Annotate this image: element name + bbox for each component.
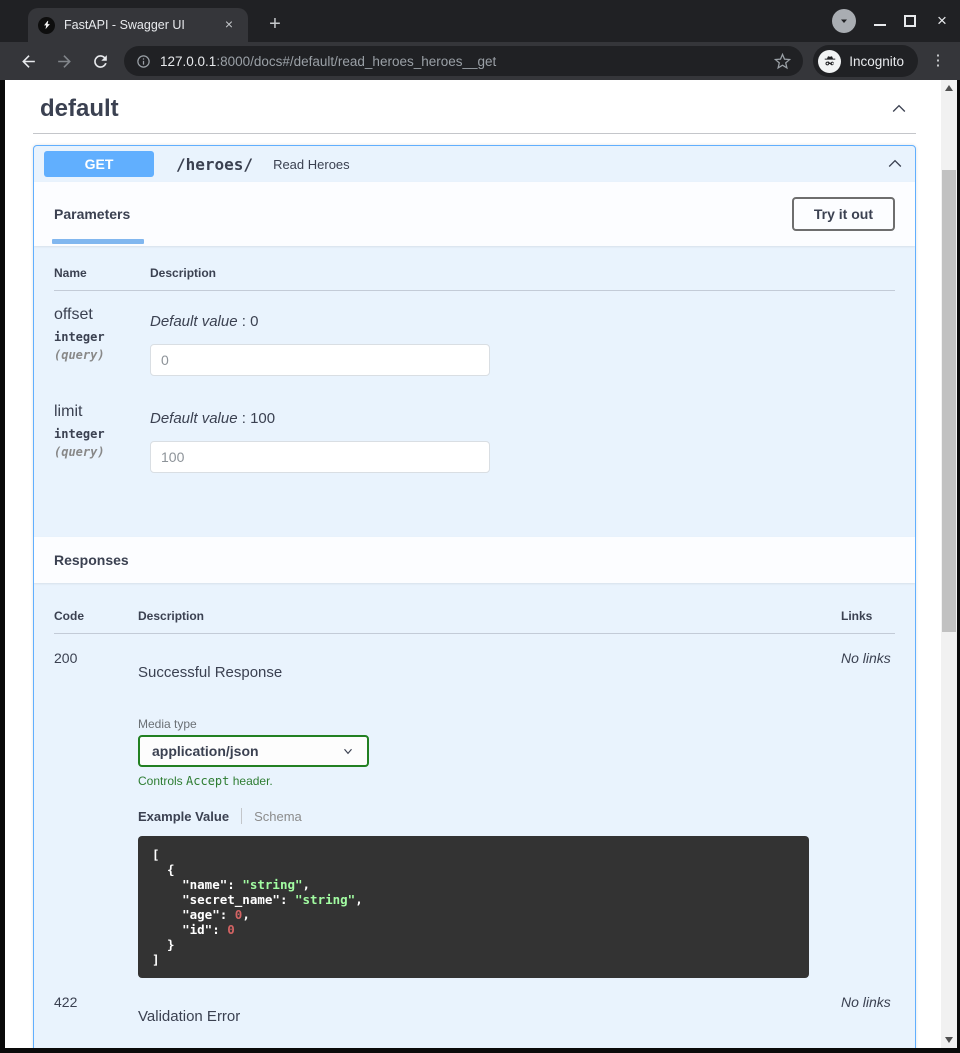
forward-icon[interactable] — [52, 49, 76, 73]
tab-close-icon[interactable]: × — [220, 16, 238, 34]
url-host: 127.0.0.1 — [160, 54, 216, 69]
column-description: Description — [150, 266, 895, 280]
browser-menu-icon[interactable]: ⋮ — [930, 58, 946, 64]
chevron-down-icon — [341, 744, 355, 758]
tab-schema[interactable]: Schema — [254, 809, 302, 824]
chevron-up-icon — [889, 99, 909, 119]
param-name: limit — [54, 403, 150, 421]
param-location: (query) — [54, 348, 150, 362]
url-path: :8000/docs#/default/read_heroes_heroes__… — [216, 54, 496, 69]
fastapi-favicon-icon — [38, 17, 55, 34]
maximize-button[interactable] — [904, 15, 916, 27]
page-scrollbar[interactable] — [941, 80, 957, 1048]
response-row-200: 200 Successful Response Media type appli… — [54, 634, 895, 978]
column-code: Code — [54, 609, 138, 623]
responses-header: Responses — [34, 537, 915, 583]
parameters-tab-indicator — [52, 239, 144, 244]
tab-overview-button[interactable] — [832, 9, 856, 33]
tag-section-header[interactable]: default — [28, 94, 921, 124]
param-type: integer — [54, 330, 150, 344]
column-links: Links — [841, 609, 895, 623]
model-example-tabs: Example Value Schema — [138, 808, 841, 824]
browser-window: FastAPI - Swagger UI × + × 127.0.0.1: — [0, 0, 960, 1053]
media-type-select[interactable]: application/json — [138, 735, 369, 767]
response-links: No links — [841, 994, 895, 1025]
browser-tab[interactable]: FastAPI - Swagger UI × — [28, 8, 248, 42]
param-location: (query) — [54, 445, 150, 459]
page-content: default GET /heroes/ Read Heroes — [0, 80, 960, 1053]
window-controls: × — [832, 0, 950, 42]
column-description: Description — [138, 609, 841, 623]
param-input-limit[interactable] — [150, 441, 490, 473]
parameters-title: Parameters — [54, 206, 130, 222]
opblock-summary[interactable]: GET /heroes/ Read Heroes — [34, 146, 915, 182]
param-default: Default value : 0 — [150, 313, 895, 330]
bookmark-star-icon[interactable] — [774, 53, 791, 70]
incognito-badge: Incognito — [813, 45, 918, 77]
endpoint-summary: Read Heroes — [273, 157, 350, 172]
tab-title: FastAPI - Swagger UI — [64, 18, 220, 32]
responses-table: Code Description Links 200 Successful Re… — [34, 583, 915, 1048]
page-info-icon[interactable] — [136, 54, 151, 69]
opblock-get-heroes: GET /heroes/ Read Heroes Parameters Try … — [33, 145, 916, 1048]
accept-header-hint: Controls Accept header. — [138, 774, 841, 788]
response-description: Successful Response — [138, 664, 841, 681]
media-type-value: application/json — [152, 743, 341, 759]
tab-strip: FastAPI - Swagger UI × + × — [0, 0, 960, 42]
response-description: Validation Error — [138, 1008, 841, 1025]
scroll-down-icon[interactable] — [941, 1032, 957, 1048]
param-name: offset — [54, 306, 150, 324]
parameter-row-offset: offset integer (query) Default value : 0 — [54, 291, 895, 376]
reload-icon[interactable] — [88, 49, 112, 73]
response-code: 200 — [54, 650, 138, 978]
response-code: 422 — [54, 994, 138, 1025]
method-badge: GET — [44, 151, 154, 177]
parameters-table: Name Description offset integer (query) … — [34, 246, 915, 537]
url-text: 127.0.0.1:8000/docs#/default/read_heroes… — [160, 54, 766, 69]
responses-table-head: Code Description Links — [54, 609, 895, 634]
media-type-label: Media type — [138, 717, 841, 731]
url-bar[interactable]: 127.0.0.1:8000/docs#/default/read_heroes… — [124, 46, 803, 76]
scroll-up-icon[interactable] — [941, 80, 957, 96]
response-links: No links — [841, 650, 895, 978]
tab-example-value[interactable]: Example Value — [138, 809, 229, 824]
param-type: integer — [54, 427, 150, 441]
parameters-table-head: Name Description — [54, 266, 895, 291]
example-code: [ { "name": "string", "secret_name": "st… — [138, 836, 809, 978]
incognito-icon — [818, 50, 841, 73]
browser-toolbar: 127.0.0.1:8000/docs#/default/read_heroes… — [0, 42, 960, 80]
minimize-button[interactable] — [874, 17, 886, 26]
parameters-header: Parameters Try it out — [34, 182, 915, 246]
swagger-page: default GET /heroes/ Read Heroes — [5, 80, 941, 1048]
parameter-row-limit: limit integer (query) Default value : 10… — [54, 388, 895, 473]
chevron-up-icon — [885, 154, 905, 174]
column-name: Name — [54, 266, 150, 280]
endpoint-path: /heroes/ — [176, 155, 253, 174]
incognito-label: Incognito — [849, 54, 904, 69]
close-button[interactable]: × — [934, 14, 950, 28]
new-tab-button[interactable]: + — [262, 13, 288, 36]
param-input-offset[interactable] — [150, 344, 490, 376]
scrollbar-thumb[interactable] — [942, 170, 956, 632]
tab-separator — [241, 808, 242, 824]
back-icon[interactable] — [16, 49, 40, 73]
param-default: Default value : 100 — [150, 410, 895, 427]
responses-title: Responses — [54, 552, 129, 568]
response-row-422: 422 Validation Error No links — [54, 978, 895, 1025]
tag-divider — [33, 133, 916, 134]
tag-title: default — [40, 94, 119, 124]
try-it-out-button[interactable]: Try it out — [792, 197, 895, 231]
media-type-block: Media type application/json Controls Acc… — [138, 717, 841, 788]
